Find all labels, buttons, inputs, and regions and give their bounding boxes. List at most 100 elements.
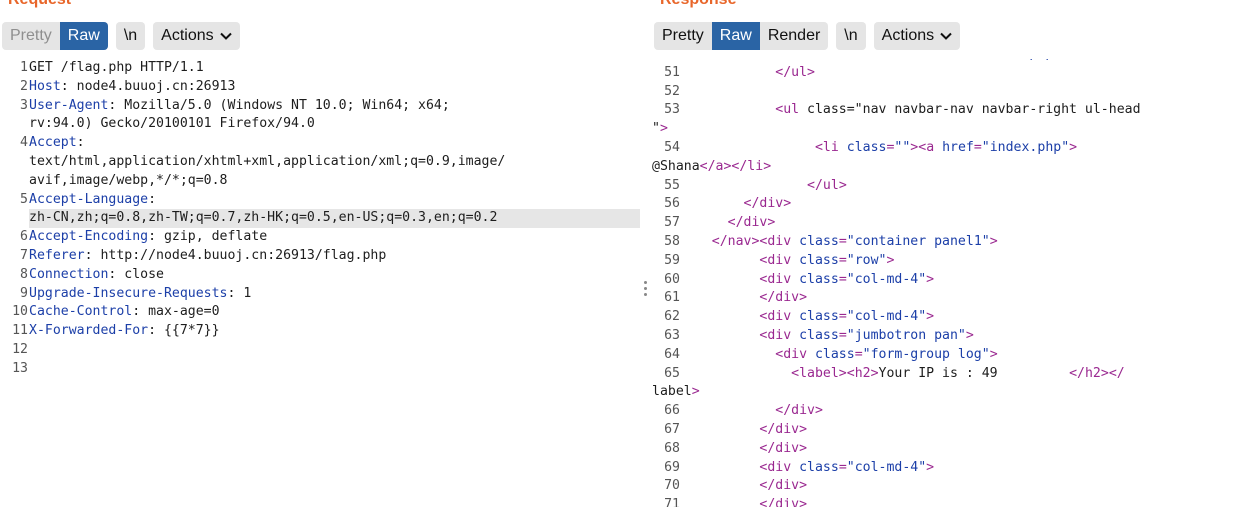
request-actions-button[interactable]: Actions [153, 22, 240, 50]
line-number: 4 [20, 135, 28, 151]
line-content: Referer: http://node4.buuoj.cn:26913/fla… [28, 247, 386, 266]
response-newline-toggle[interactable]: \n [836, 22, 866, 50]
html-tag: > [1100, 365, 1109, 381]
html-tag: > [659, 121, 668, 137]
line-number: 59 [664, 252, 680, 268]
request-pretty-tab[interactable]: Pretty [2, 22, 60, 50]
request-newline-toggle[interactable]: \n [115, 22, 146, 50]
line-number: 69 [664, 459, 680, 475]
html-tag: </li [731, 158, 764, 174]
header-value: : [148, 191, 157, 207]
html-tag: <label [791, 365, 839, 381]
html-tag: > [799, 478, 808, 494]
html-tag: > [799, 421, 808, 437]
response-toolbar: Pretty Raw Render \n Actions [654, 22, 968, 50]
request-editor[interactable]: 1 GET /flag.php HTTP/1.1 2 Host: node4.buuo… [0, 59, 640, 507]
html-tag: = [838, 309, 847, 325]
line-number: 52 [664, 83, 680, 99]
html-tag: > [799, 440, 808, 456]
code-text: @Shana [652, 158, 700, 174]
html-tag: </div [743, 196, 784, 212]
line-content [28, 341, 29, 360]
header-value: : http://node4.buuoj.cn:26913/flag.php [84, 247, 387, 263]
html-tag: </div [759, 478, 800, 494]
response-line: 53 <ul class="nav navbar-nav navbar-righ… [652, 101, 1258, 120]
response-pretty-tab[interactable]: Pretty [654, 22, 712, 50]
wrapped-content: @Shana</a></li> [652, 158, 771, 177]
html-tag: > [1069, 139, 1078, 155]
response-actions-button[interactable]: Actions [873, 22, 961, 50]
html-tag: </div [775, 403, 815, 419]
html-tag: <div [775, 346, 808, 362]
request-line: 11 X-Forwarded-For: {{7*7}} [0, 322, 640, 341]
response-pane: Response Pretty Raw Render \n Actions <l… [652, 0, 1258, 507]
response-editor[interactable]: <li class=""><a href="info.php">Info</a>… [652, 59, 1258, 507]
chevron-down-icon [219, 32, 232, 40]
splitter-grip-dot [644, 287, 647, 290]
splitter-grip-dot [644, 281, 647, 284]
wrapped-content: rv:94.0) Gecko/20100101 Firefox/94.0 [29, 116, 315, 132]
line-number: 8 [20, 266, 28, 282]
html-attr-value: "row" [846, 252, 887, 268]
request-line: 8 Connection: close [0, 266, 640, 285]
request-title: Request [8, 0, 71, 9]
html-attr: class [838, 139, 887, 155]
wrapped-content: label> [652, 383, 700, 402]
html-attr: href [934, 59, 974, 61]
html-tag: <a [918, 59, 934, 61]
response-line: 60 <div class="col-md-4"> [652, 271, 1258, 290]
response-raw-tab[interactable]: Raw [711, 22, 760, 50]
header-name: Referer [29, 247, 85, 263]
response-view-mode-group: Pretty Raw Render [654, 22, 829, 50]
request-line: 6 Accept-Encoding: gzip, deflate [0, 228, 640, 247]
line-content: X-Forwarded-For: {{7*7}} [28, 322, 220, 341]
request-toolbar: Pretty Raw \n Actions [2, 22, 248, 50]
pane-splitter[interactable] [640, 0, 652, 507]
html-tag: > [799, 497, 808, 507]
response-line: 64 <div class="form-group log"> [652, 346, 1258, 365]
header-name: Accept [29, 135, 77, 151]
response-line: 62 <div class="col-md-4"> [652, 308, 1258, 327]
line-content [28, 360, 29, 379]
response-render-tab[interactable]: Render [760, 22, 828, 50]
header-value: : Mozilla/5.0 (Windows NT 10.0; Win64; x… [108, 97, 450, 113]
html-tag: </div [759, 440, 800, 456]
line-content: <li class=""><a href="index.php"> [680, 139, 1077, 158]
html-attr-value: "info.php" [982, 59, 1061, 61]
html-tag: > [926, 309, 935, 325]
line-number: 70 [664, 478, 680, 494]
line-content: Upgrade-Insecure-Requests: 1 [28, 285, 251, 304]
line-number: 3 [20, 97, 28, 113]
html-tag: = [838, 252, 847, 268]
line-content: Accept-Encoding: gzip, deflate [28, 228, 267, 247]
line-number: 60 [664, 271, 680, 287]
html-tag: = [973, 139, 982, 155]
response-line: 61 </div> [652, 289, 1258, 308]
response-line: 56 </div> [652, 195, 1258, 214]
header-value: : 1 [227, 285, 252, 301]
line-content: </div> [680, 477, 807, 496]
header-value: : max-age=0 [132, 304, 220, 320]
header-value: : close [108, 266, 164, 282]
response-line: 70 </div> [652, 477, 1258, 496]
header-name: Accept-Language [29, 191, 149, 207]
html-attr: class [791, 271, 839, 287]
header-name: Connection [29, 266, 109, 282]
request-line: 1 GET /flag.php HTTP/1.1 [0, 59, 640, 78]
header-value: : node4.buuoj.cn:26913 [60, 78, 236, 94]
response-line: 55 </ul> [652, 177, 1258, 196]
header-value: : gzip, deflate [148, 229, 268, 245]
html-tag: > [814, 403, 823, 419]
html-attr-value: "index.php" [981, 139, 1070, 155]
request-raw-tab[interactable]: Raw [59, 22, 108, 50]
wrapped-content: avif,image/webp,*/*;q=0.8 [29, 172, 228, 188]
html-tag: <li [815, 59, 839, 61]
header-name: Cache-Control [29, 304, 133, 320]
wrapped-content: "> [652, 120, 668, 139]
line-number: 67 [664, 421, 680, 437]
html-tag: > [783, 196, 792, 212]
